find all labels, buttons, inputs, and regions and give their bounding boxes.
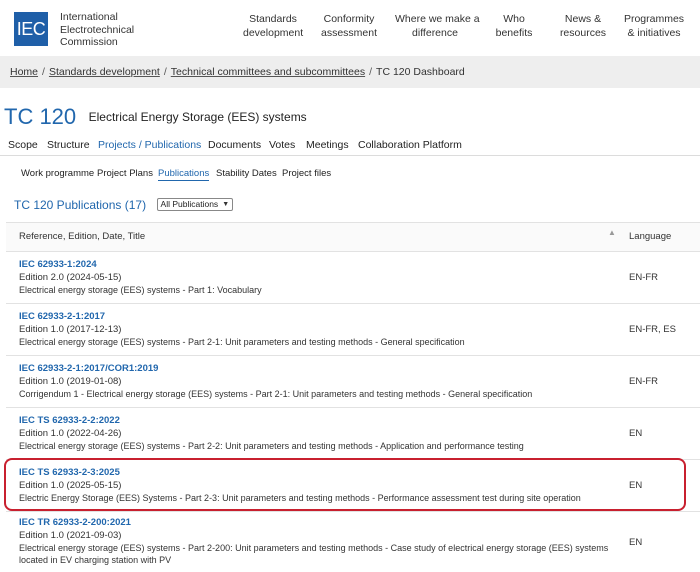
publication-edition: Edition 2.0 (2024-05-15): [19, 271, 122, 283]
committee-code: TC 120: [4, 104, 77, 129]
breadcrumb-standards-development[interactable]: Standards development: [49, 66, 160, 78]
publications-table: Reference, Edition, Date, Title ▲ Langua…: [6, 222, 700, 572]
column-header-reference[interactable]: Reference, Edition, Date, Title: [19, 231, 145, 242]
page-title: TC 120 Electrical Energy Storage (EES) s…: [4, 104, 307, 132]
publication-edition: Edition 1.0 (2021-09-03): [19, 529, 122, 541]
publication-cell: IEC TR 62933-2-200:2021 Edition 1.0 (202…: [19, 517, 619, 566]
publication-language: EN-FR: [629, 376, 659, 387]
table-row: IEC 62933-1:2024 Edition 2.0 (2024-05-15…: [6, 252, 700, 304]
publication-reference-link[interactable]: IEC TS 62933-2-2:2022: [19, 415, 619, 428]
publications-filter-select[interactable]: All Publications ▼: [156, 198, 234, 212]
nav-who-benefits[interactable]: Who benefits: [492, 13, 536, 40]
nav-where-we-make-a-difference[interactable]: Where we make a difference: [395, 13, 480, 40]
subtab-project-plans[interactable]: Project Plans: [97, 168, 153, 179]
publication-edition: Edition 1.0 (2022-04-26): [19, 427, 122, 439]
column-header-language[interactable]: Language: [629, 231, 671, 242]
nav-conformity-assessment[interactable]: Conformity assessment: [318, 13, 380, 40]
subtab-work-programme[interactable]: Work programme: [21, 168, 94, 179]
breadcrumb-home[interactable]: Home: [10, 66, 38, 78]
table-row: IEC 62933-2-1:2017 Edition 1.0 (2017-12-…: [6, 304, 700, 356]
publication-title: Electric Energy Storage (EES) Systems - …: [19, 493, 581, 503]
publications-header: TC 120 Publications (17) All Publication…: [14, 196, 234, 214]
tab-structure[interactable]: Structure: [47, 139, 90, 151]
publication-cell: IEC 62933-1:2024 Edition 2.0 (2024-05-15…: [19, 259, 619, 296]
publication-reference-link[interactable]: IEC 62933-2-1:2017: [19, 311, 619, 324]
publication-title: Electrical energy storage (EES) systems …: [19, 543, 609, 565]
publication-reference-link[interactable]: IEC 62933-2-1:2017/COR1:2019: [19, 363, 619, 376]
breadcrumb-separator: /: [163, 66, 167, 78]
subtab-project-files[interactable]: Project files: [282, 168, 331, 179]
filter-selected-value: All Publications: [160, 199, 219, 210]
breadcrumb: Home / Standards development / Technical com…: [0, 56, 700, 88]
nav-label: Conformity: [323, 13, 375, 25]
breadcrumb-separator: /: [369, 66, 373, 78]
table-row: IEC TS 62933-2-3:2025 Edition 1.0 (2025-…: [6, 460, 700, 512]
publication-language: EN: [629, 480, 643, 491]
publication-cell: IEC TS 62933-2-3:2025 Edition 1.0 (2025-…: [19, 467, 619, 504]
table-row: IEC TR 62933-2-200:2021 Edition 1.0 (202…: [6, 512, 700, 572]
table-header: Reference, Edition, Date, Title ▲ Langua…: [6, 222, 700, 252]
main-tabs: Scope Structure Projects / Publications …: [0, 134, 700, 156]
sort-up-icon[interactable]: ▲: [608, 228, 616, 237]
breadcrumb-technical-committees[interactable]: Technical committees and subcommittees: [171, 66, 365, 78]
nav-label: development: [243, 26, 304, 39]
subtab-stability-dates[interactable]: Stability Dates: [216, 168, 277, 179]
publication-language: EN-FR: [629, 272, 659, 283]
site-header: IEC International Electrotechnical Commi…: [0, 0, 700, 56]
nav-label: benefits: [495, 26, 533, 39]
breadcrumb-separator: /: [42, 66, 45, 78]
nav-news-resources[interactable]: News & resources: [558, 13, 608, 40]
subtab-publications[interactable]: Publications: [158, 168, 210, 181]
publication-reference-link[interactable]: IEC 62933-1:2024: [19, 259, 619, 272]
publication-title: Electrical energy storage (EES) systems …: [19, 337, 465, 347]
publication-cell: IEC 62933-2-1:2017 Edition 1.0 (2017-12-…: [19, 311, 619, 348]
main-navigation: Standards development Conformity assessm…: [0, 13, 700, 43]
nav-label: Standards: [249, 13, 297, 25]
tab-collaboration-platform[interactable]: Collaboration Platform: [358, 139, 462, 151]
publication-title: Electrical energy storage (EES) systems …: [19, 285, 262, 295]
publication-cell: IEC 62933-2-1:2017/COR1:2019 Edition 1.0…: [19, 363, 619, 400]
publication-cell: IEC TS 62933-2-2:2022 Edition 1.0 (2022-…: [19, 415, 619, 452]
publication-title: Electrical energy storage (EES) systems …: [19, 441, 524, 451]
publication-language: EN: [629, 428, 643, 439]
publication-reference-link[interactable]: IEC TR 62933-2-200:2021: [19, 517, 619, 530]
publication-edition: Edition 1.0 (2019-01-08): [19, 375, 122, 387]
publication-edition: Edition 1.0 (2025-05-15): [19, 479, 122, 491]
publication-language: EN-FR, ES: [629, 324, 676, 335]
tab-projects-publications[interactable]: Projects / Publications: [98, 139, 201, 151]
tab-scope[interactable]: Scope: [8, 139, 38, 151]
nav-label: resources: [559, 26, 607, 39]
publications-title: TC 120 Publications (17): [14, 197, 147, 212]
tab-documents[interactable]: Documents: [208, 139, 261, 151]
table-row: IEC TS 62933-2-2:2022 Edition 1.0 (2022-…: [6, 408, 700, 460]
sub-tabs: Work programme Project Plans Publication…: [0, 166, 700, 184]
nav-label: assessment: [320, 26, 378, 39]
publication-reference-link[interactable]: IEC TS 62933-2-3:2025: [19, 467, 619, 480]
nav-label: & initiatives: [627, 26, 681, 39]
table-row: IEC 62933-2-1:2017/COR1:2019 Edition 1.0…: [6, 356, 700, 408]
tab-votes[interactable]: Votes: [269, 139, 295, 151]
breadcrumb-current: TC 120 Dashboard: [376, 66, 465, 78]
nav-label: News &: [564, 13, 602, 25]
nav-label: Programmes: [623, 13, 685, 25]
publication-title: Corrigendum 1 - Electrical energy storag…: [19, 389, 533, 399]
publication-edition: Edition 1.0 (2017-12-13): [19, 323, 122, 335]
nav-standards-development[interactable]: Standards development: [243, 13, 303, 40]
nav-label: Where we make a: [395, 13, 480, 25]
publication-language: EN: [629, 537, 643, 548]
tab-meetings[interactable]: Meetings: [306, 139, 349, 151]
chevron-down-icon: ▼: [222, 201, 230, 209]
committee-name: Electrical Energy Storage (EES) systems: [88, 110, 307, 124]
nav-label: Who: [503, 13, 525, 25]
nav-label: difference: [412, 26, 458, 39]
nav-programmes-initiatives[interactable]: Programmes & initiatives: [622, 13, 686, 40]
